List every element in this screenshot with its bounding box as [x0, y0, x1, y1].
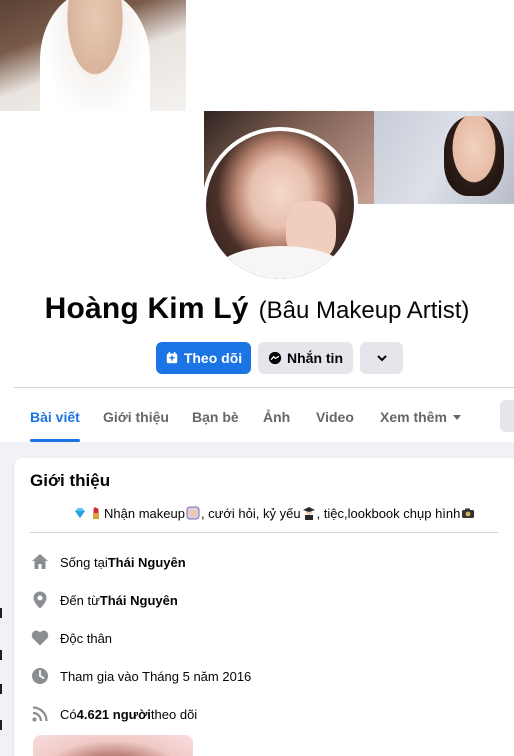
info-lives-in-place[interactable]: Thái Nguyên [108, 555, 186, 570]
bio-text-3: , tiệc,lookbook chụp hình [316, 506, 461, 521]
info-followers-prefix: Có [60, 706, 77, 722]
edge-mark [0, 650, 2, 660]
more-options-button[interactable] [360, 342, 403, 374]
info-lives-in-prefix: Sống tại [60, 554, 108, 570]
tab-posts[interactable]: Bài viết [30, 388, 80, 442]
follow-icon [166, 351, 178, 364]
profile-tabs: Bài viết Giới thiệu Bạn bè Ảnh Video Xem… [14, 388, 514, 442]
info-from-place[interactable]: Thái Nguyên [100, 593, 178, 608]
follow-button[interactable]: Theo dõi [156, 342, 251, 374]
info-relationship-text: Độc thân [60, 630, 113, 646]
profile-name: Hoàng Kim Lý [44, 292, 249, 325]
info-followers: Có 4.621 người theo dõi [30, 703, 197, 725]
tab-friends[interactable]: Bạn bè [192, 388, 239, 442]
info-followers-suffix: theo dõi [150, 706, 198, 722]
profile-alternate-name: (Bâu Makeup Artist) [258, 297, 470, 324]
message-button-label: Nhắn tin [287, 350, 343, 366]
intro-bio: Nhận makeup , cưới hỏi, kỷ yếu , tiệc,look… [72, 506, 476, 521]
intro-card: Giới thiệu Nhận makeup , cưới hỏi, kỷ yếu… [14, 458, 514, 756]
graduate-icon [302, 507, 315, 520]
info-joined: Tham gia vào Tháng 5 năm 2016 [30, 665, 251, 687]
info-followers-count[interactable]: 4.621 người [77, 707, 151, 722]
message-button[interactable]: Nhắn tin [258, 342, 353, 374]
messenger-icon [268, 351, 282, 365]
caret-down-icon [452, 415, 461, 420]
avatar[interactable] [206, 131, 354, 279]
featured-photo-woman-portrait[interactable] [374, 111, 514, 204]
camera-icon [462, 508, 475, 518]
tab-more-label: Xem thêm [380, 409, 447, 425]
edge-mark [0, 684, 2, 694]
featured-photo-thumbnail[interactable] [33, 735, 193, 756]
gem-icon [75, 508, 85, 518]
info-from-prefix: Đến từ [60, 592, 100, 608]
lipstick-icon [93, 507, 99, 519]
bio-text-2: , cưới hỏi, kỷ yếu [200, 506, 301, 521]
edge-mark [0, 720, 2, 730]
bio-text-1: Nhận makeup [104, 506, 185, 521]
profile-actions: Theo dõi Nhắn tin [0, 342, 514, 374]
location-pin-icon [30, 590, 50, 610]
clock-icon [30, 666, 50, 686]
info-relationship: Độc thân [30, 627, 112, 649]
tab-photos[interactable]: Ảnh [263, 388, 290, 442]
heart-icon [30, 628, 50, 648]
intro-title: Giới thiệu [30, 471, 111, 490]
tabs-overflow-button[interactable] [500, 400, 514, 432]
tab-about[interactable]: Giới thiệu [103, 388, 169, 442]
rss-icon [30, 704, 50, 724]
profile-name-row: Hoàng Kim Lý (Bâu Makeup Artist) [0, 292, 514, 326]
chevron-down-icon [376, 355, 387, 362]
follow-button-label: Theo dõi [183, 350, 243, 366]
tab-videos[interactable]: Video [316, 388, 354, 442]
edge-mark [0, 608, 2, 618]
face-icon [186, 506, 200, 520]
home-icon [30, 552, 50, 572]
tab-more[interactable]: Xem thêm [380, 388, 461, 442]
featured-photo-woman-white-dress[interactable] [0, 0, 186, 111]
info-joined-text: Tham gia vào Tháng 5 năm 2016 [60, 668, 252, 684]
info-lives-in: Sống tại Thái Nguyên [30, 551, 186, 573]
intro-divider [30, 532, 498, 533]
profile-page: Hoàng Kim Lý (Bâu Makeup Artist) Theo dõi… [0, 0, 514, 756]
info-from: Đến từ Thái Nguyên [30, 589, 178, 611]
